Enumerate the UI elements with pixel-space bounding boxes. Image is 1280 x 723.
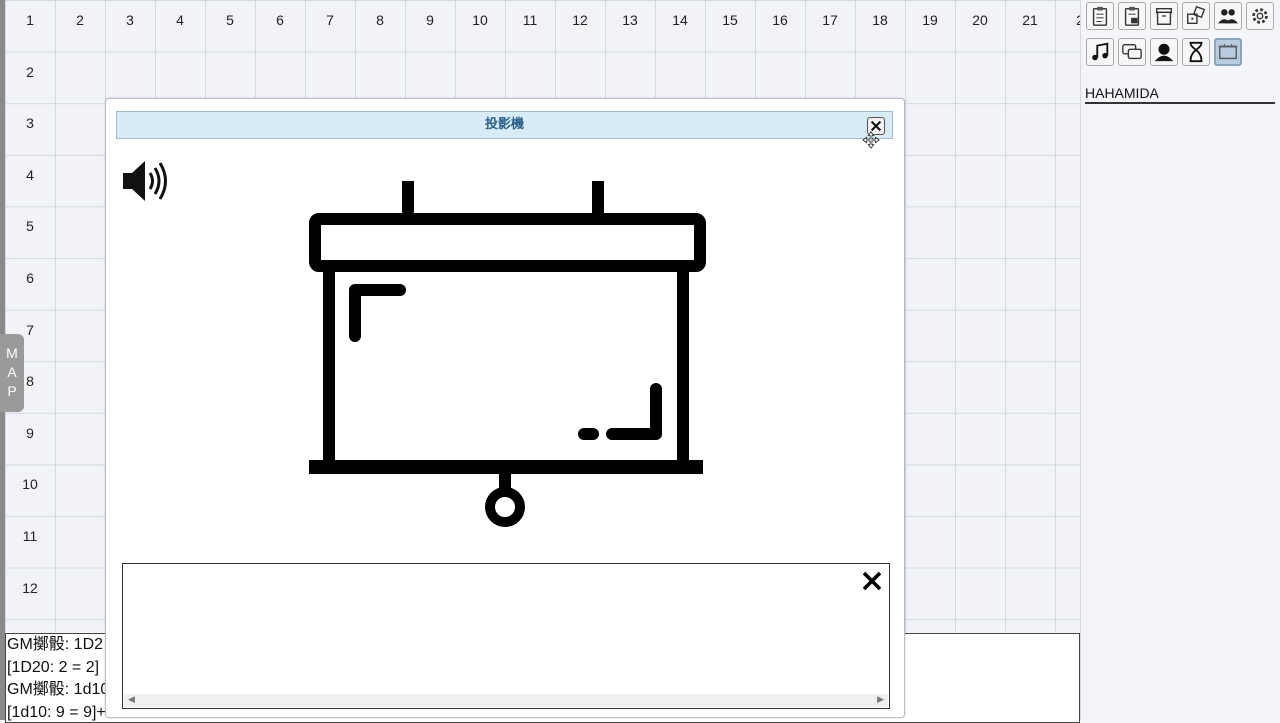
grid-column-label: 1 xyxy=(5,12,55,28)
grid-column-label: 3 xyxy=(105,12,155,28)
grid-column-label: 10 xyxy=(455,12,505,28)
grid-column-label: 20 xyxy=(955,12,1005,28)
clipboard-lock-button[interactable] xyxy=(1118,2,1146,30)
clipboard-list-icon xyxy=(1089,5,1111,27)
grid-row-label: 3 xyxy=(5,115,55,131)
hourglass-icon xyxy=(1185,41,1207,63)
projector-dialog: 投影機 ◀ ▶ xyxy=(105,98,905,718)
map-tab-letter: A xyxy=(0,363,24,382)
grid-row-label: 10 xyxy=(5,476,55,492)
grid-column-label: 15 xyxy=(705,12,755,28)
chat-button[interactable] xyxy=(1118,38,1146,66)
grid-row-label: 11 xyxy=(5,528,55,544)
grid-column-label: 21 xyxy=(1005,12,1055,28)
right-panel xyxy=(1080,0,1280,720)
grid-column-label: 4 xyxy=(155,12,205,28)
horizontal-scrollbar[interactable]: ◀ ▶ xyxy=(124,694,888,707)
grid-column-label: 9 xyxy=(405,12,455,28)
grid-row-label: 6 xyxy=(5,270,55,286)
grid-column-label: 13 xyxy=(605,12,655,28)
speaker-icon[interactable] xyxy=(121,159,171,203)
grid-row-label: 2 xyxy=(5,64,55,80)
grid-column-label: 8 xyxy=(355,12,405,28)
close-x-icon[interactable] xyxy=(861,570,883,592)
character-silhouette-icon xyxy=(1153,41,1175,63)
projector-icon xyxy=(1217,41,1239,63)
dialog-title-bar[interactable]: 投影機 xyxy=(116,111,893,139)
character-button[interactable] xyxy=(1150,38,1178,66)
grid-row-label: 4 xyxy=(5,167,55,183)
dialog-title: 投影機 xyxy=(485,117,524,132)
clipboard-lock-icon xyxy=(1121,5,1143,27)
grid-column-label: 2 xyxy=(1055,12,1080,28)
dice-icon xyxy=(1185,5,1207,27)
move-cursor-icon xyxy=(862,131,880,149)
grid-column-label: 14 xyxy=(655,12,705,28)
archive-box-icon xyxy=(1153,5,1175,27)
grid-column-label: 12 xyxy=(555,12,605,28)
timer-button[interactable] xyxy=(1182,38,1210,66)
user-name[interactable]: HAHAMIDA xyxy=(1085,85,1275,104)
grid-column-label: 11 xyxy=(505,12,555,28)
grid-column-label: 5 xyxy=(205,12,255,28)
grid-column-label: 16 xyxy=(755,12,805,28)
scroll-left-arrow-icon[interactable]: ◀ xyxy=(128,695,135,706)
gear-icon xyxy=(1249,5,1271,27)
users-icon xyxy=(1217,5,1239,27)
grid-column-label: 6 xyxy=(255,12,305,28)
projector-screen-illustration xyxy=(306,179,706,531)
grid-column-label: 19 xyxy=(905,12,955,28)
music-button[interactable] xyxy=(1086,38,1114,66)
dice-button[interactable] xyxy=(1182,2,1210,30)
grid-column-label: 17 xyxy=(805,12,855,28)
projector-button[interactable] xyxy=(1214,38,1242,66)
scroll-right-arrow-icon[interactable]: ▶ xyxy=(877,695,884,706)
grid-row-label: 12 xyxy=(5,580,55,596)
grid-column-label: 18 xyxy=(855,12,905,28)
map-tab[interactable]: M A P xyxy=(0,334,24,412)
map-tab-letter: P xyxy=(0,382,24,401)
grid-row-label: 9 xyxy=(5,425,55,441)
users-button[interactable] xyxy=(1214,2,1242,30)
grid-row-label: 5 xyxy=(5,218,55,234)
settings-button[interactable] xyxy=(1246,2,1274,30)
archive-button[interactable] xyxy=(1150,2,1178,30)
grid-column-label: 2 xyxy=(55,12,105,28)
grid-column-label: 7 xyxy=(305,12,355,28)
map-tab-letter: M xyxy=(0,344,24,363)
caption-box[interactable]: ◀ ▶ xyxy=(122,563,890,709)
clipboard-list-button[interactable] xyxy=(1086,2,1114,30)
music-note-icon xyxy=(1089,41,1111,63)
chat-bubbles-icon xyxy=(1121,41,1143,63)
